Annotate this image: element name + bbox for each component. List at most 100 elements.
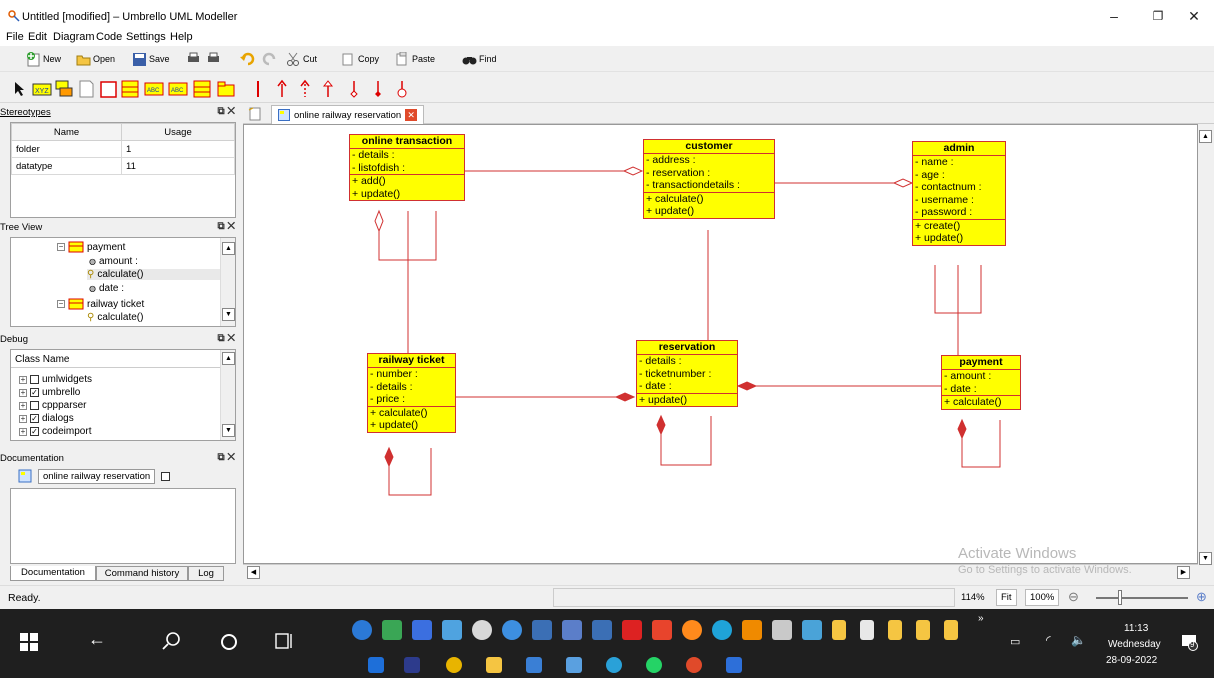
find-button[interactable]: Find [462, 50, 497, 68]
paste-button[interactable]: Paste [395, 50, 435, 68]
treeview-scrollbar[interactable]: ▲ ▼ [220, 238, 235, 326]
collapse-icon[interactable]: − [57, 300, 65, 308]
composition-tool-icon[interactable] [368, 79, 388, 99]
app-icon[interactable] [686, 657, 702, 673]
new-button[interactable]: New [26, 50, 61, 68]
cut-button[interactable]: Cut [286, 50, 317, 68]
scroll-left-icon[interactable]: ◀ [247, 566, 260, 579]
debug-item[interactable]: + ✓ codeimport [19, 426, 91, 437]
clock-day[interactable]: Wednesday [1108, 639, 1161, 650]
menu-code[interactable]: Code [96, 31, 122, 43]
dock-float-close-icon[interactable]: ⧉ ✕ [217, 333, 235, 344]
close-tab-icon[interactable]: ✕ [405, 109, 418, 121]
mail-icon[interactable] [368, 657, 384, 673]
chrome-icon[interactable] [446, 657, 462, 673]
whatsapp-icon[interactable] [646, 657, 662, 673]
checkbox[interactable] [30, 375, 39, 384]
firefox-icon[interactable] [682, 620, 702, 640]
checkbox[interactable] [30, 401, 39, 410]
association-tool-icon[interactable] [248, 79, 268, 99]
containment-tool-icon[interactable] [392, 79, 412, 99]
store-icon[interactable] [526, 657, 542, 673]
copy-button[interactable]: Copy [341, 50, 379, 68]
class-online-transaction[interactable]: online transaction - details : - listofd… [349, 134, 465, 201]
dev-icon[interactable] [404, 657, 420, 673]
folder-icon[interactable] [888, 620, 902, 640]
app-icon[interactable] [652, 620, 672, 640]
zoom-100-button[interactable]: 100% [1025, 589, 1060, 606]
app-icon[interactable] [472, 620, 492, 640]
generalization-tool-icon[interactable] [318, 79, 338, 99]
windows-start-icon[interactable] [20, 633, 38, 651]
umbrello-taskbar-icon[interactable] [726, 657, 742, 673]
app-icon[interactable] [502, 620, 522, 640]
new-tab-icon[interactable] [248, 107, 262, 121]
zoom-slider[interactable] [1096, 597, 1188, 599]
menu-help[interactable]: Help [170, 31, 193, 43]
checkbox[interactable] [161, 471, 171, 481]
column-header-name[interactable]: Name [11, 123, 122, 141]
cortana-icon[interactable] [220, 633, 238, 651]
dependency-tool-icon[interactable] [295, 79, 315, 99]
expand-icon[interactable]: + [19, 401, 27, 410]
clock-time[interactable]: 11:13 [1124, 623, 1148, 634]
checkbox-checked[interactable]: ✓ [30, 388, 39, 397]
folder-icon[interactable] [832, 620, 846, 640]
scroll-up-icon[interactable]: ▲ [222, 242, 235, 255]
tree-item-railway-ticket[interactable]: − railway ticket [57, 298, 144, 310]
edge-icon[interactable] [606, 657, 622, 673]
acrobat-icon[interactable] [622, 620, 642, 640]
folder-icon[interactable] [916, 620, 930, 640]
aggregation-tool-icon[interactable] [344, 79, 364, 99]
class-reservation[interactable]: reservation - details : - ticketnumber :… [636, 340, 738, 407]
back-arrow-icon[interactable]: ← [88, 629, 106, 650]
class-tool-icon[interactable] [120, 79, 140, 99]
app-icon[interactable] [442, 620, 462, 640]
directed-association-tool-icon[interactable] [272, 79, 292, 99]
clock-date[interactable]: 28-09-2022 [1106, 655, 1157, 666]
app-icon[interactable] [860, 620, 874, 640]
class-name-header[interactable]: Class Name [11, 350, 222, 368]
volume-icon[interactable]: 🔈 [1071, 633, 1086, 647]
collapse-icon[interactable]: − [57, 243, 65, 251]
note-tool-icon[interactable] [76, 79, 96, 99]
tab-documentation[interactable]: Documentation [10, 566, 96, 581]
table-row[interactable]: datatype 11 [11, 157, 235, 175]
entity-tool-icon[interactable] [192, 79, 212, 99]
undo-icon[interactable] [240, 51, 255, 66]
notification-center-icon[interactable] [1180, 633, 1198, 651]
menu-file[interactable]: File [6, 31, 24, 43]
dock-float-close-icon[interactable]: ⧉ ✕ [217, 106, 235, 117]
chevron-overflow-icon[interactable]: » [978, 613, 984, 624]
open-button[interactable]: Open [76, 50, 115, 68]
expand-icon[interactable]: + [19, 427, 27, 436]
app-icon[interactable] [382, 620, 402, 640]
menu-edit[interactable]: Edit [28, 31, 47, 43]
fit-button[interactable]: Fit [996, 589, 1017, 606]
file-explorer-icon[interactable] [486, 657, 502, 673]
tab-online-railway-reservation[interactable]: online railway reservation ✕ [271, 105, 425, 124]
enum-tool-icon[interactable] [54, 79, 74, 99]
expand-icon[interactable]: + [19, 388, 27, 397]
documentation-item-row[interactable]: online railway reservation [10, 466, 238, 486]
onedrive-icon[interactable] [352, 620, 372, 640]
save-button[interactable]: Save [132, 50, 170, 68]
tab-log[interactable]: Log [188, 566, 224, 581]
dock-float-close-icon[interactable]: ⧉ ✕ [217, 221, 235, 232]
datatype-tool-icon[interactable]: XYZ [32, 79, 52, 99]
documentation-textarea[interactable] [10, 488, 236, 564]
minimize-button[interactable]: – [1092, 4, 1136, 28]
zoom-slider-handle[interactable] [1118, 590, 1122, 605]
tree-item-amount[interactable]: ◍ amount : [89, 256, 138, 267]
edge-icon[interactable] [712, 620, 732, 640]
menu-settings[interactable]: Settings [126, 31, 166, 43]
debug-scrollbar[interactable]: ▲ ▼ [220, 350, 235, 440]
tree-item-date[interactable]: ◍ date : [89, 283, 124, 294]
interface-tool-icon[interactable]: ABC [144, 79, 164, 99]
diagram-canvas[interactable]: online transaction - details : - listofd… [243, 124, 1198, 564]
column-header-usage[interactable]: Usage [121, 123, 235, 141]
class-admin[interactable]: admin - name : - age : - contactnum : - … [912, 141, 1006, 246]
scroll-right-icon[interactable]: ▶ [1177, 566, 1190, 579]
app-icon[interactable] [532, 620, 552, 640]
scroll-down-icon[interactable]: ▼ [1199, 552, 1212, 565]
